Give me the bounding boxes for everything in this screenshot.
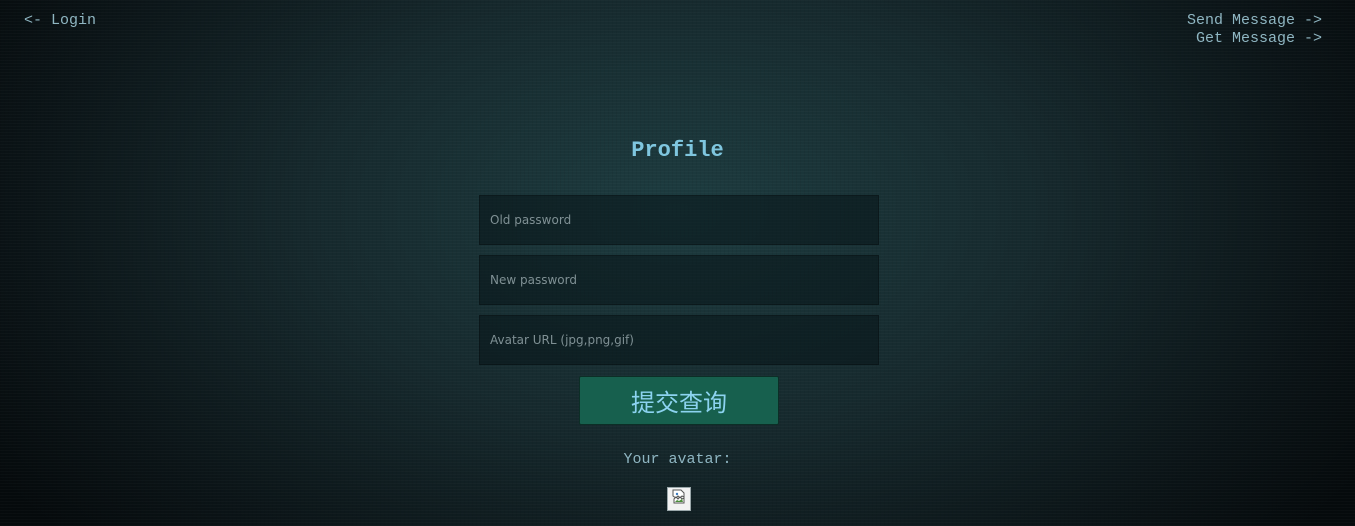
- top-right-nav: Send Message -> Get Message ->: [1187, 12, 1322, 48]
- avatar-label: Your avatar:: [623, 451, 732, 468]
- send-message-link[interactable]: Send Message ->: [1187, 12, 1322, 30]
- get-message-link[interactable]: Get Message ->: [1187, 30, 1322, 48]
- old-password-field[interactable]: [479, 195, 879, 245]
- login-link[interactable]: <- Login: [24, 12, 96, 30]
- page-title: Profile: [631, 138, 724, 163]
- broken-image-icon: [671, 489, 687, 510]
- avatar-image: [667, 487, 691, 511]
- avatar-url-field[interactable]: [479, 315, 879, 365]
- submit-button[interactable]: 提交查询: [579, 376, 779, 425]
- new-password-field[interactable]: [479, 255, 879, 305]
